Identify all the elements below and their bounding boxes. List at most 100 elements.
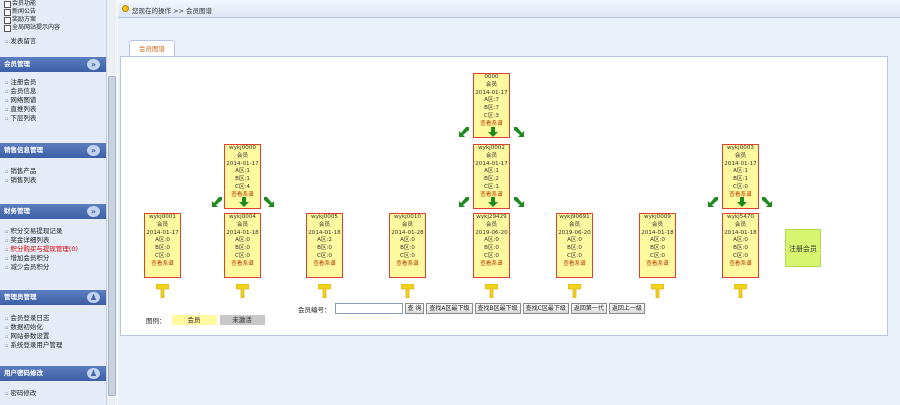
member-node-field: 会员 [485, 221, 498, 228]
view-genealogy-link[interactable]: 查看系谱 [225, 261, 260, 269]
sidebar-item-direct-list[interactable]: 直推列表 [0, 105, 106, 114]
back-to-first-button[interactable]: 返回第一代 [570, 303, 607, 314]
member-node[interactable]: wykj0004 会员 2014-01-18 A区:0 B区:0 C区:0 查看系谱 [224, 213, 261, 278]
member-node-field: B区:0 [155, 245, 170, 252]
view-genealogy-link[interactable]: 查看系谱 [390, 261, 425, 269]
member-node-field: B区:0 [317, 245, 332, 252]
view-genealogy-link[interactable]: 查看系谱 [557, 261, 592, 269]
view-genealogy-link[interactable]: 查看系谱 [145, 261, 180, 269]
sidebar-scrollbar[interactable] [106, 0, 117, 405]
search-label: 会员编号： [298, 305, 331, 314]
collapse-icon[interactable]: » [87, 59, 100, 70]
sidebar-top-item[interactable]: 全局网站提示内容 [4, 24, 60, 32]
user-icon[interactable]: ♟ [87, 292, 100, 303]
sidebar-item-network-map[interactable]: 网络图谱 [0, 96, 106, 105]
sidebar-section-header[interactable]: 管理员管理 ♟ [0, 290, 106, 305]
view-genealogy-link[interactable]: 查看系谱 [723, 261, 758, 269]
add-member-pin-icon[interactable] [567, 283, 582, 299]
member-node-field: B区:0 [235, 245, 250, 252]
add-member-pin-icon[interactable] [235, 283, 250, 299]
sidebar-item-reduce-points[interactable]: 减少会员积分 [0, 263, 106, 272]
add-member-pin-icon[interactable] [733, 283, 748, 299]
member-node[interactable]: wykj0010 会员 2014-01-28 A区:0 B区:0 C区:0 查看系谱 [389, 213, 426, 278]
add-member-pin-icon[interactable] [400, 283, 415, 299]
scrollbar-thumb[interactable] [108, 76, 116, 396]
add-member-pin-icon[interactable] [484, 283, 499, 299]
member-node-field: wykj0005 [311, 214, 338, 220]
sidebar-item-post-message[interactable]: 发表留言 [0, 37, 106, 46]
green-arrow-icon [239, 197, 249, 207]
member-node-field: C区:0 [733, 252, 748, 259]
sidebar-item-points-manage[interactable]: 积分购买与提现管理(0) [0, 245, 106, 254]
checkbox-icon [4, 16, 11, 24]
member-node[interactable]: wykj29429 会员 2019-06-20 A区:0 B区:0 C区:0 查看系谱 [473, 213, 510, 278]
sidebar-item-change-password[interactable]: 密码修改 [0, 389, 106, 398]
add-member-pin-icon[interactable] [650, 283, 665, 299]
member-node-field: B区:0 [733, 245, 748, 252]
legend: 图例： 会员 未激活 [146, 315, 265, 325]
sidebar-section-header[interactable]: 销售信息管理» [0, 143, 106, 158]
find-b-bottom-button[interactable]: 查找B区最下级 [474, 303, 521, 314]
info-icon [122, 5, 129, 12]
add-member-pin-icon[interactable] [155, 283, 170, 299]
member-node[interactable]: wykj0005 会员 2014-01-18 A区:2 B区:0 C区:0 查看系谱 [306, 213, 343, 278]
add-member-pin-icon[interactable] [317, 283, 332, 299]
sidebar-section-header[interactable]: 会员管理» [0, 57, 106, 72]
sidebar-section-header[interactable]: 用户密码修改 ♟ [0, 366, 106, 381]
member-node-field: B区:2 [484, 176, 499, 183]
sidebar-item-add-points[interactable]: 增加会员积分 [0, 254, 106, 263]
member-node-field: 会员 [734, 152, 747, 159]
member-node[interactable]: wykj0001 会员 2014-01-17 A区:0 B区:0 C区:0 查看系谱 [144, 213, 181, 278]
member-node-field: wykj0002 [478, 145, 505, 151]
find-a-bottom-button[interactable]: 查找A区最下级 [426, 303, 473, 314]
member-node-field: wykj0003 [727, 145, 754, 151]
member-node-field: wykj0001 [149, 214, 176, 220]
green-arrow-icon [762, 197, 772, 207]
user-icon[interactable]: ♟ [87, 368, 100, 379]
member-node-field: 会员 [734, 221, 747, 228]
member-node[interactable]: wykj5470 会员 2014-01-18 A区:0 B区:0 C区:0 查看系谱 [722, 213, 759, 278]
green-arrow-icon [212, 197, 222, 207]
sidebar-item-login-log[interactable]: 会员登录日志 [0, 314, 106, 323]
member-node-field: 会员 [156, 221, 169, 228]
sidebar-top-item[interactable]: 奖励方案 [4, 16, 60, 24]
back-one-level-button[interactable]: 返回上一级 [608, 303, 645, 314]
member-search: 会员编号： 查 询 查找A区最下级 查找B区最下级 查找C区最下级 返回第一代 … [298, 303, 647, 314]
sidebar-item-sales-products[interactable]: 销售产品 [0, 167, 106, 176]
register-empty-node[interactable]: 注册会员 [785, 229, 821, 267]
member-id-input[interactable] [334, 303, 403, 314]
view-genealogy-link[interactable]: 查看系谱 [307, 261, 342, 269]
sidebar-section-password: 用户密码修改♟ 密码修改 [0, 366, 106, 398]
sidebar-item-register[interactable]: 注册会员 [0, 78, 106, 87]
view-genealogy-link[interactable]: 查看系谱 [640, 261, 675, 269]
sidebar-top-item[interactable]: 新闻公告 [4, 8, 60, 16]
member-node-field: B区:0 [484, 245, 499, 252]
sidebar-item-sales-list[interactable]: 销售列表 [0, 176, 106, 185]
member-node[interactable]: wykj90691 会员 2019-06-20 A区:0 B区:0 C区:0 查看系谱 [556, 213, 593, 278]
sidebar-item-points-trade[interactable]: 积分交易提现记录 [0, 227, 106, 236]
sidebar-item-site-settings[interactable]: 网站参数设置 [0, 332, 106, 341]
member-node-field: wykj0004 [229, 214, 256, 220]
green-arrow-icon [488, 197, 498, 207]
find-c-bottom-button[interactable]: 查找C区最下级 [522, 303, 569, 314]
member-node[interactable]: wykj0009 会员 2014-01-18 A区:0 B区:0 C区:0 查看系谱 [639, 213, 676, 278]
collapse-icon[interactable]: » [87, 145, 100, 156]
sidebar-top-item[interactable]: 会员功能 [4, 0, 60, 8]
tab-member-tree[interactable]: 会员图谱 [129, 40, 175, 57]
member-node-field: C区:0 [235, 252, 250, 259]
sidebar-item-member-info[interactable]: 会员信息 [0, 87, 106, 96]
view-genealogy-link[interactable]: 查看系谱 [474, 261, 509, 269]
sidebar-section-header[interactable]: 财务管理» [0, 204, 106, 219]
member-node-field: B区:0 [567, 245, 582, 252]
sidebar-item-bonus-list[interactable]: 奖金详细列表 [0, 236, 106, 245]
member-node-field: wykj29429 [476, 214, 507, 220]
member-node-field: C区:4 [235, 183, 250, 190]
member-node-field: C区:0 [733, 183, 748, 190]
sidebar-item-user-manage[interactable]: 系统登录用户管理 [0, 341, 106, 350]
sidebar-item-downline-list[interactable]: 下层列表 [0, 114, 106, 123]
green-arrow-icon [459, 127, 469, 137]
query-button[interactable]: 查 询 [404, 303, 425, 314]
collapse-icon[interactable]: » [87, 206, 100, 217]
sidebar-item-data-init[interactable]: 数据初始化 [0, 323, 106, 332]
sidebar-top-items: 会员功能 新闻公告 奖励方案 全局网站提示内容 [4, 0, 60, 32]
